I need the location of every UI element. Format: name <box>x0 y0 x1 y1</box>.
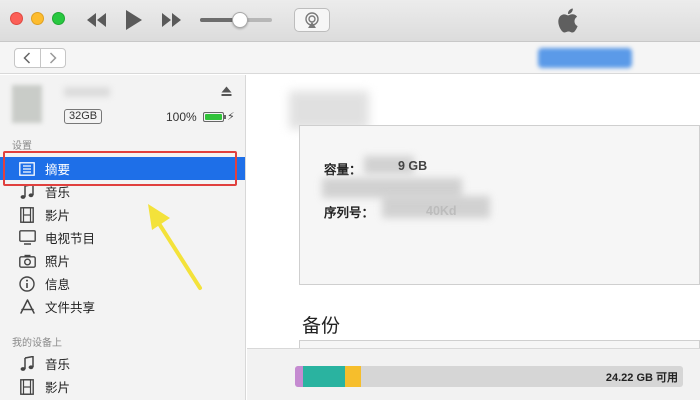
storage-footer: 24.22 GB 可用 <box>247 348 700 400</box>
fast-forward-button[interactable] <box>156 6 186 34</box>
apple-logo-icon <box>558 8 578 33</box>
tv-icon <box>18 230 36 246</box>
on-device-section-header: 我的设备上 <box>12 338 62 349</box>
rewind-button[interactable] <box>82 6 112 34</box>
title-bar <box>0 0 700 42</box>
battery-level-fill <box>205 114 222 120</box>
volume-slider-knob[interactable] <box>231 12 248 28</box>
chevron-right-icon <box>49 52 57 64</box>
sidebar-item-label: 照片 <box>45 255 71 269</box>
zoom-window-button[interactable] <box>52 12 65 25</box>
sidebar-settings-item-2[interactable]: 影片 <box>0 203 245 226</box>
storage-segment-other <box>295 366 303 387</box>
sidebar-settings-item-1[interactable]: 音乐 <box>0 180 245 203</box>
close-window-button[interactable] <box>10 12 23 25</box>
sidebar-item-label: 摘要 <box>45 163 71 177</box>
sidebar-settings-item-5[interactable]: 信息 <box>0 272 245 295</box>
summary-icon <box>18 161 36 177</box>
device-title-redacted <box>289 91 369 129</box>
sidebar-item-label: 影片 <box>45 381 71 395</box>
sidebar-settings-item-4[interactable]: 照片 <box>0 249 245 272</box>
device-button[interactable] <box>538 48 632 68</box>
serial-value: 40Kd <box>426 204 457 218</box>
music-note-icon <box>18 183 36 200</box>
free-space-label: 24.22 GB 可用 <box>605 372 678 384</box>
play-icon <box>126 10 142 30</box>
settings-section-header: 设置 <box>12 141 32 152</box>
sidebar-item-label: 音乐 <box>45 358 71 372</box>
sidebar: 32GB 100% ⚡ 设置 摘要 音乐 影片 电视节目 照片 信息 文件共享 我的设备上 … <box>0 75 246 400</box>
backup-section-title: 备份 <box>302 316 341 337</box>
camera-icon <box>18 253 36 269</box>
back-button[interactable] <box>15 49 40 67</box>
navigation-bar <box>0 42 700 74</box>
capacity-badge: 32GB <box>64 109 103 124</box>
sidebar-settings-item-0[interactable]: 摘要 <box>0 157 245 180</box>
device-name-redacted <box>64 87 110 97</box>
play-button[interactable] <box>120 6 146 34</box>
rewind-icon <box>87 13 106 27</box>
storage-segment-documents <box>345 366 361 387</box>
device-info-box: 容量： 9 GB 序列号： 40Kd <box>299 125 700 285</box>
info-icon <box>18 275 36 292</box>
fast-forward-icon <box>162 13 181 27</box>
airplay-icon <box>305 12 319 28</box>
capacity-label: 容量： <box>324 163 362 177</box>
annotation-arrow-icon <box>148 204 202 290</box>
sidebar-settings-item-6[interactable]: 文件共享 <box>0 295 245 318</box>
charging-bolt-icon: ⚡ <box>227 111 235 123</box>
sidebar-item-label: 电视节目 <box>45 232 96 246</box>
sidebar-on-device-item-0[interactable]: 音乐 <box>0 352 245 375</box>
sidebar-item-label: 音乐 <box>45 186 71 200</box>
volume-slider[interactable] <box>200 12 272 28</box>
minimize-window-button[interactable] <box>31 12 44 25</box>
chevron-left-icon <box>23 52 31 64</box>
sidebar-on-device-item-1[interactable]: 影片 <box>0 375 245 398</box>
battery-percentage: 100% <box>166 110 197 124</box>
storage-segment-apps <box>302 366 346 387</box>
sidebar-settings-item-3[interactable]: 电视节目 <box>0 226 245 249</box>
sidebar-item-label: 影片 <box>45 209 71 223</box>
device-thumbnail <box>12 85 42 123</box>
app-store-icon <box>18 298 36 315</box>
capacity-value: 9 GB <box>398 159 428 173</box>
battery-icon <box>203 112 226 122</box>
airplay-button[interactable] <box>294 8 330 32</box>
music-note-icon <box>18 355 36 372</box>
film-icon <box>18 378 36 395</box>
sidebar-item-label: 文件共享 <box>45 301 96 315</box>
eject-icon[interactable] <box>221 86 232 97</box>
serial-label: 序列号： <box>324 206 375 220</box>
sidebar-item-label: 信息 <box>45 278 71 292</box>
film-icon <box>18 206 36 223</box>
history-buttons <box>14 48 66 68</box>
phone-number-redacted <box>322 178 462 198</box>
forward-button[interactable] <box>39 49 66 67</box>
